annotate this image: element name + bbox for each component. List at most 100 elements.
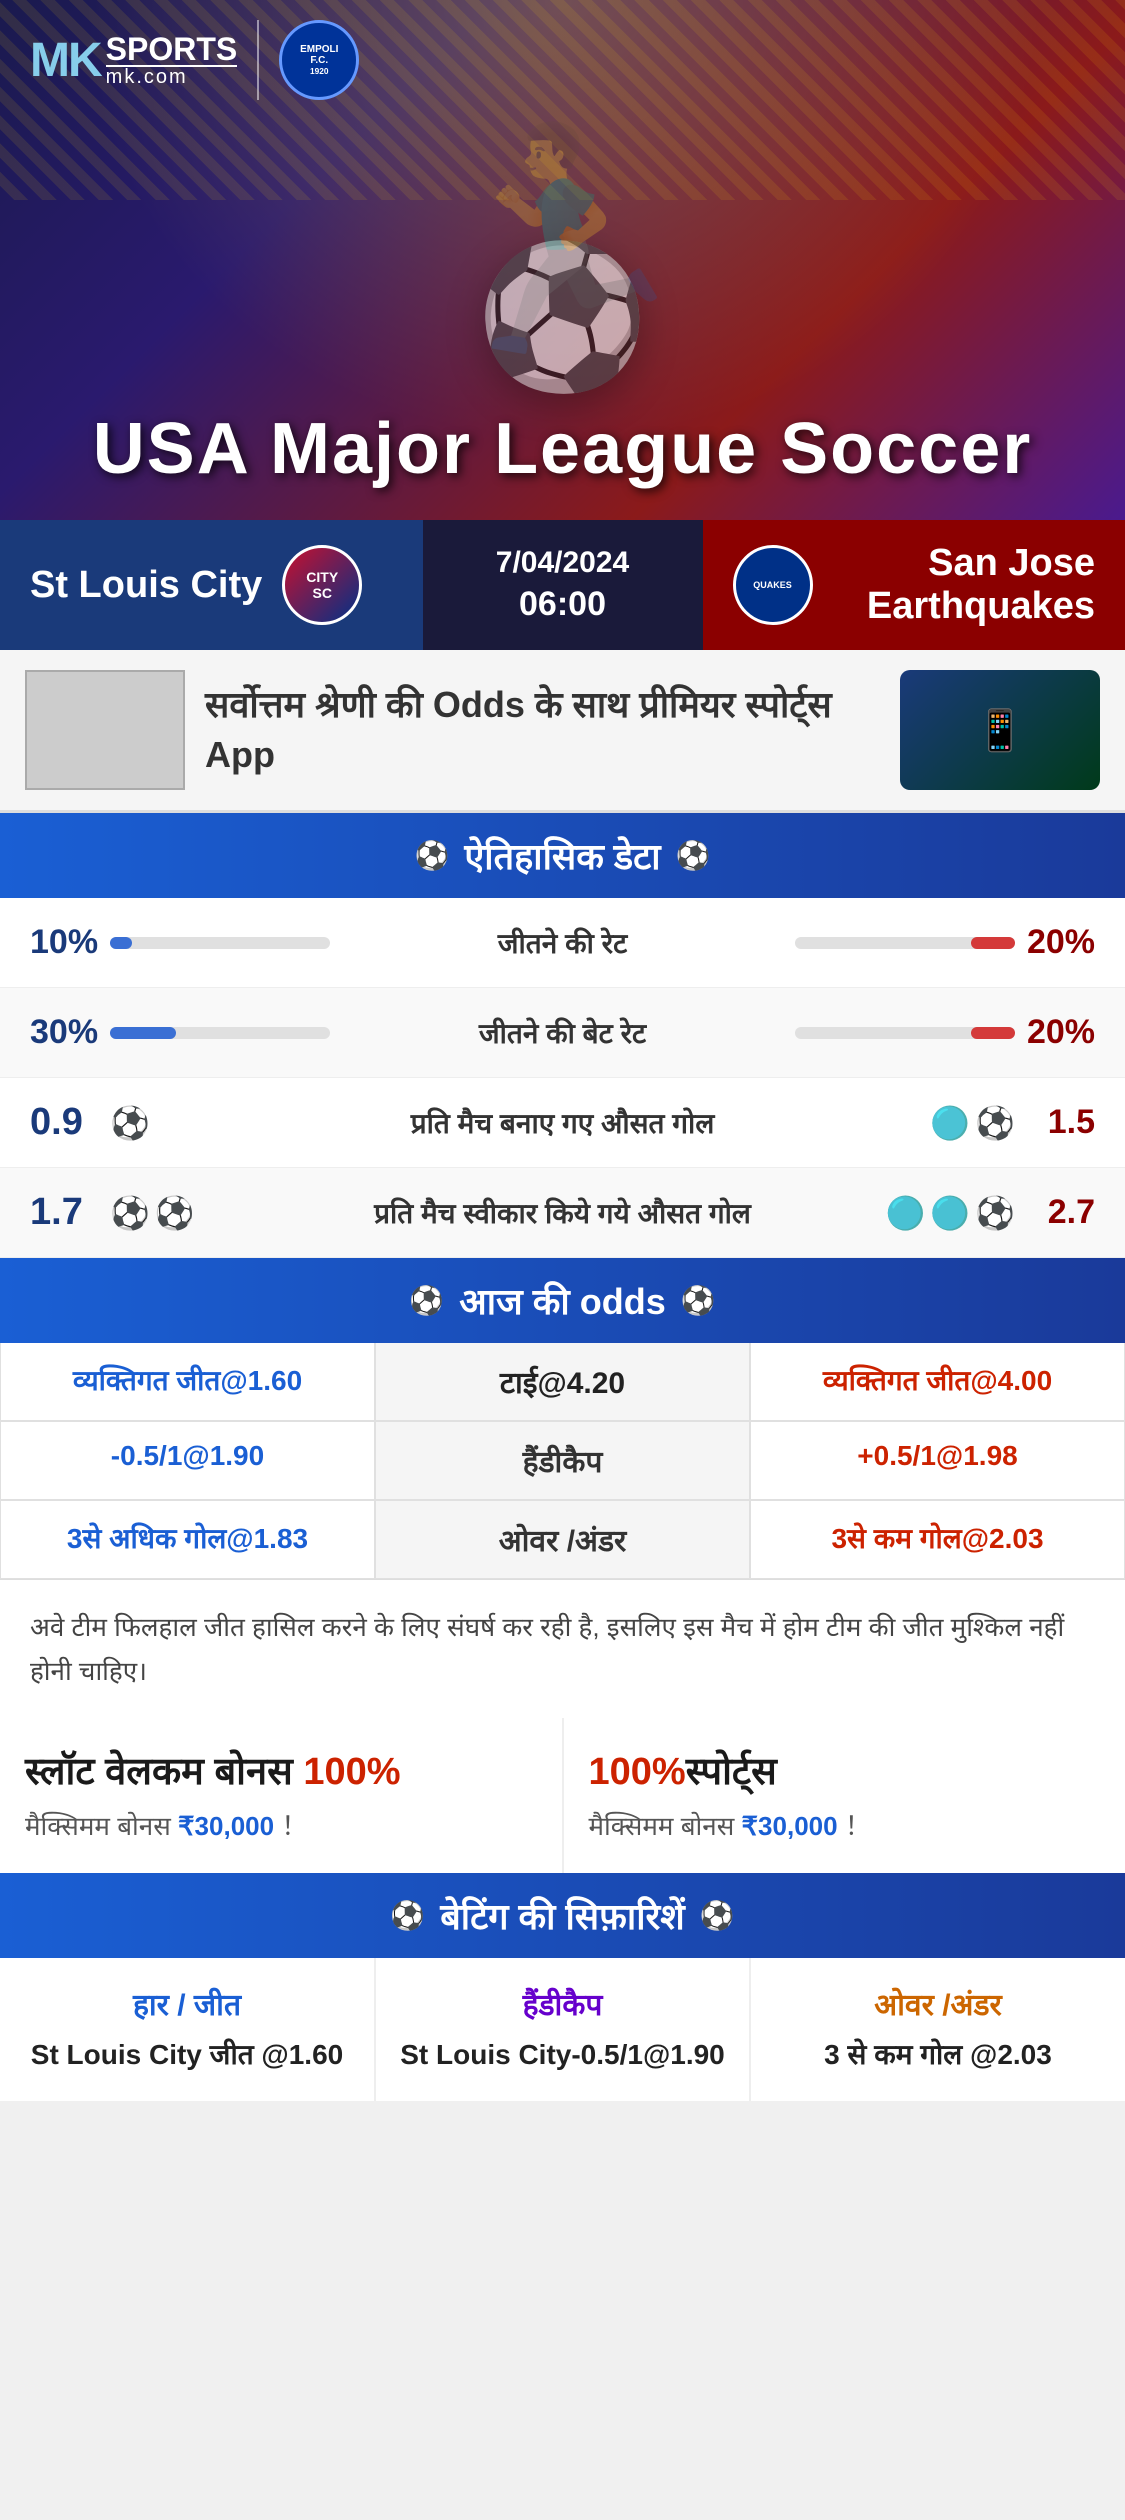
stat-right-val-4: 2.7 (1015, 1193, 1095, 1232)
stat-icons-left-4: ⚽ ⚽ (110, 1194, 190, 1232)
bonus-right-title-text: स्पोर्ट्स (686, 1751, 777, 1793)
odds-label-2: हैंडीकैप (523, 1446, 603, 1479)
bonus-right-title: 100%स्पोर्ट्स (589, 1748, 1101, 1797)
match-center: 7/04/2024 06:00 (423, 520, 703, 650)
notice-text: अवे टीम फिलहाल जीत हासिल करने के लिए संघ… (30, 1605, 1095, 1693)
ball-right-4-3: ⚽ (975, 1194, 1015, 1232)
stat-row-bet-rate: 30% जीतने की बेट रेट 20% (0, 988, 1125, 1078)
stat-icons-right-4: 🔴 🔴 ⚽ (935, 1194, 1015, 1232)
stat-bar-fill-left-2 (110, 1027, 176, 1039)
ball-left-3-1: ⚽ (110, 1104, 150, 1142)
stat-icons-right-3: 🔴 ⚽ (935, 1104, 1015, 1142)
odds-val-3-left: 3से अधिक गोल@1.83 (67, 1523, 308, 1554)
betting-grid: हार / जीत St Louis City जीत @1.60 हैंडीक… (0, 1958, 1125, 2101)
stat-left-val-2: 30% (30, 1013, 110, 1052)
betting-title: बेटिंग की सिफ़ारिशें (440, 1891, 685, 1940)
stat-label-2: जीतने की बेट रेट (350, 1014, 775, 1052)
stat-bar-fill-right-2 (971, 1027, 1015, 1039)
hero-banner: MK SPORTS mk.com EMPOLIF.C.1920 ⚽ 🏃‍♂️ U… (0, 0, 1125, 520)
ball-right-3-2: ⚽ (975, 1104, 1015, 1142)
stat-left-val-3: 0.9 (30, 1101, 110, 1144)
notice-box: अवे टीम फिलहाल जीत हासिल करने के लिए संघ… (0, 1579, 1125, 1718)
bonus-right-subtitle-text: मैक्सिमम बोनस (589, 1811, 742, 1841)
odds-val-2-left: -0.5/1@1.90 (111, 1440, 264, 1471)
empoli-text: EMPOLIF.C.1920 (300, 44, 338, 77)
hero-title-box: USA Major League Soccer (0, 408, 1125, 490)
odds-ball-left: ⚽ (409, 1284, 444, 1317)
betting-ball-right: ⚽ (700, 1899, 735, 1932)
odds-val-3-right: 3से कम गोल@2.03 (831, 1523, 1043, 1554)
ball-left-4-2: ⚽ (155, 1194, 195, 1232)
betting-col-1: हार / जीत St Louis City जीत @1.60 (0, 1958, 375, 2101)
odds-val-1-right: व्यक्तिगत जीत@4.00 (823, 1365, 1052, 1396)
odds-grid: व्यक्तिगत जीत@1.60 टाई@4.20 व्यक्तिगत जी… (0, 1343, 1125, 1579)
stat-right-val-2: 20% (1015, 1013, 1095, 1052)
team-right-name: San Jose Earthquakes (833, 542, 1096, 628)
bonus-left[interactable]: स्लॉट वेलकम बोनस 100% मैक्सिमम बोनस ₹30,… (0, 1718, 564, 1872)
odds-cell-2-right[interactable]: +0.5/1@1.98 (750, 1421, 1125, 1500)
bonus-right-highlight: 100% (589, 1751, 686, 1793)
stat-row-goals-scored: 0.9 ⚽ प्रति मैच बनाए गए औसत गोल 🔴 ⚽ 1.5 (0, 1078, 1125, 1168)
stat-row-goals-conceded: 1.7 ⚽ ⚽ प्रति मैच स्वीकार किये गये औसत ग… (0, 1168, 1125, 1258)
stat-right-val-1: 20% (1015, 923, 1095, 962)
bonus-right[interactable]: 100%स्पोर्ट्स मैक्सिमम बोनस ₹30,000 ！ (564, 1718, 1125, 1872)
betting-section: ⚽ बेटिंग की सिफ़ारिशें ⚽ हार / जीत St Lo… (0, 1873, 1125, 2101)
stat-label-4: प्रति मैच स्वीकार किये गये औसत गोल (190, 1194, 935, 1232)
bonus-left-bang: ！ (274, 1811, 307, 1841)
ball-right-4-2: 🔴 (930, 1194, 970, 1232)
odds-cell-3-left[interactable]: 3से अधिक गोल@1.83 (0, 1500, 375, 1579)
team-left-name: St Louis City (30, 564, 262, 607)
stat-row-win-rate: 10% जीतने की रेट 20% (0, 898, 1125, 988)
match-bar: St Louis City CITYSC 7/04/2024 06:00 QUA… (0, 520, 1125, 650)
betting-rec-2: St Louis City-0.5/1@1.90 (396, 2034, 729, 2076)
stat-left-val-4: 1.7 (30, 1191, 110, 1234)
bonus-left-subtitle-text: मैक्सिमम बोनस (25, 1811, 178, 1841)
team-right-section: QUAKES San Jose Earthquakes (703, 520, 1125, 650)
odds-cell-3-center: ओवर /अंडर (375, 1500, 750, 1579)
odds-val-1-center: टाई@4.20 (500, 1367, 625, 1400)
stat-bar-fill-right-1 (971, 937, 1015, 949)
betting-rec-3: 3 से कम गोल @2.03 (771, 2034, 1105, 2076)
odds-val-2-right: +0.5/1@1.98 (857, 1440, 1017, 1471)
odds-cell-1-left[interactable]: व्यक्तिगत जीत@1.60 (0, 1343, 375, 1421)
odds-cell-3-right[interactable]: 3से कम गोल@2.03 (750, 1500, 1125, 1579)
stlouis-logo: CITYSC (282, 545, 362, 625)
match-date: 7/04/2024 (496, 546, 629, 580)
betting-type-2: हैंडीकैप (396, 1983, 729, 2024)
odds-label-3: ओवर /अंडर (499, 1525, 627, 1558)
promo-phones-graphic: 📱 (900, 670, 1100, 790)
promo-text: सर्वोत्तम श्रेणी की Odds के साथ प्रीमियर… (205, 680, 880, 781)
ball-right-4-1: 🔴 (885, 1194, 925, 1232)
bonus-right-bang: ！ (838, 1811, 871, 1841)
stat-label-3: प्रति मैच बनाए गए औसत गोल (190, 1104, 935, 1142)
hero-title: USA Major League Soccer (0, 408, 1125, 490)
bonus-left-highlight: 100% (303, 1751, 400, 1793)
stlouis-badge-text: CITYSC (306, 569, 338, 601)
odds-cell-2-center: हैंडीकैप (375, 1421, 750, 1500)
stat-bar-right-1 (795, 937, 1015, 949)
bonus-right-subtitle: मैक्सिमम बोनस ₹30,000 ！ (589, 1806, 1101, 1843)
betting-ball-left: ⚽ (390, 1899, 425, 1932)
stat-bar-left-2 (110, 1027, 330, 1039)
bonus-left-title-text: स्लॉट वेलकम बोनस (25, 1751, 303, 1793)
historical-header: ⚽ ऐतिहासिक डेटा ⚽ (0, 813, 1125, 898)
stat-bar-left-1 (110, 937, 330, 949)
betting-header: ⚽ बेटिंग की सिफ़ारिशें ⚽ (0, 1873, 1125, 1958)
odds-cell-1-right[interactable]: व्यक्तिगत जीत@4.00 (750, 1343, 1125, 1421)
betting-type-1: हार / जीत (20, 1983, 354, 2024)
betting-rec-1: St Louis City जीत @1.60 (20, 2034, 354, 2076)
sports-label: SPORTS (106, 33, 238, 65)
promo-banner[interactable]: सर्वोत्तम श्रेणी की Odds के साथ प्रीमियर… (0, 650, 1125, 813)
odds-cell-2-left[interactable]: -0.5/1@1.90 (0, 1421, 375, 1500)
odds-ball-right: ⚽ (681, 1284, 716, 1317)
bonus-section: स्लॉट वेलकम बोनस 100% मैक्सिमम बोनस ₹30,… (0, 1718, 1125, 1872)
ball-right-3-1: 🔴 (930, 1104, 970, 1142)
promo-image-placeholder (25, 670, 185, 790)
betting-type-3: ओवर /अंडर (771, 1983, 1105, 2024)
odds-section: ⚽ आज की odds ⚽ व्यक्तिगत जीत@1.60 टाई@4.… (0, 1258, 1125, 1579)
sj-logo: QUAKES (733, 545, 813, 625)
bonus-right-amount: ₹30,000 (742, 1811, 838, 1841)
match-time: 06:00 (519, 585, 606, 624)
odds-cell-1-center[interactable]: टाई@4.20 (375, 1343, 750, 1421)
historical-title: ऐतिहासिक डेटा (464, 831, 660, 880)
